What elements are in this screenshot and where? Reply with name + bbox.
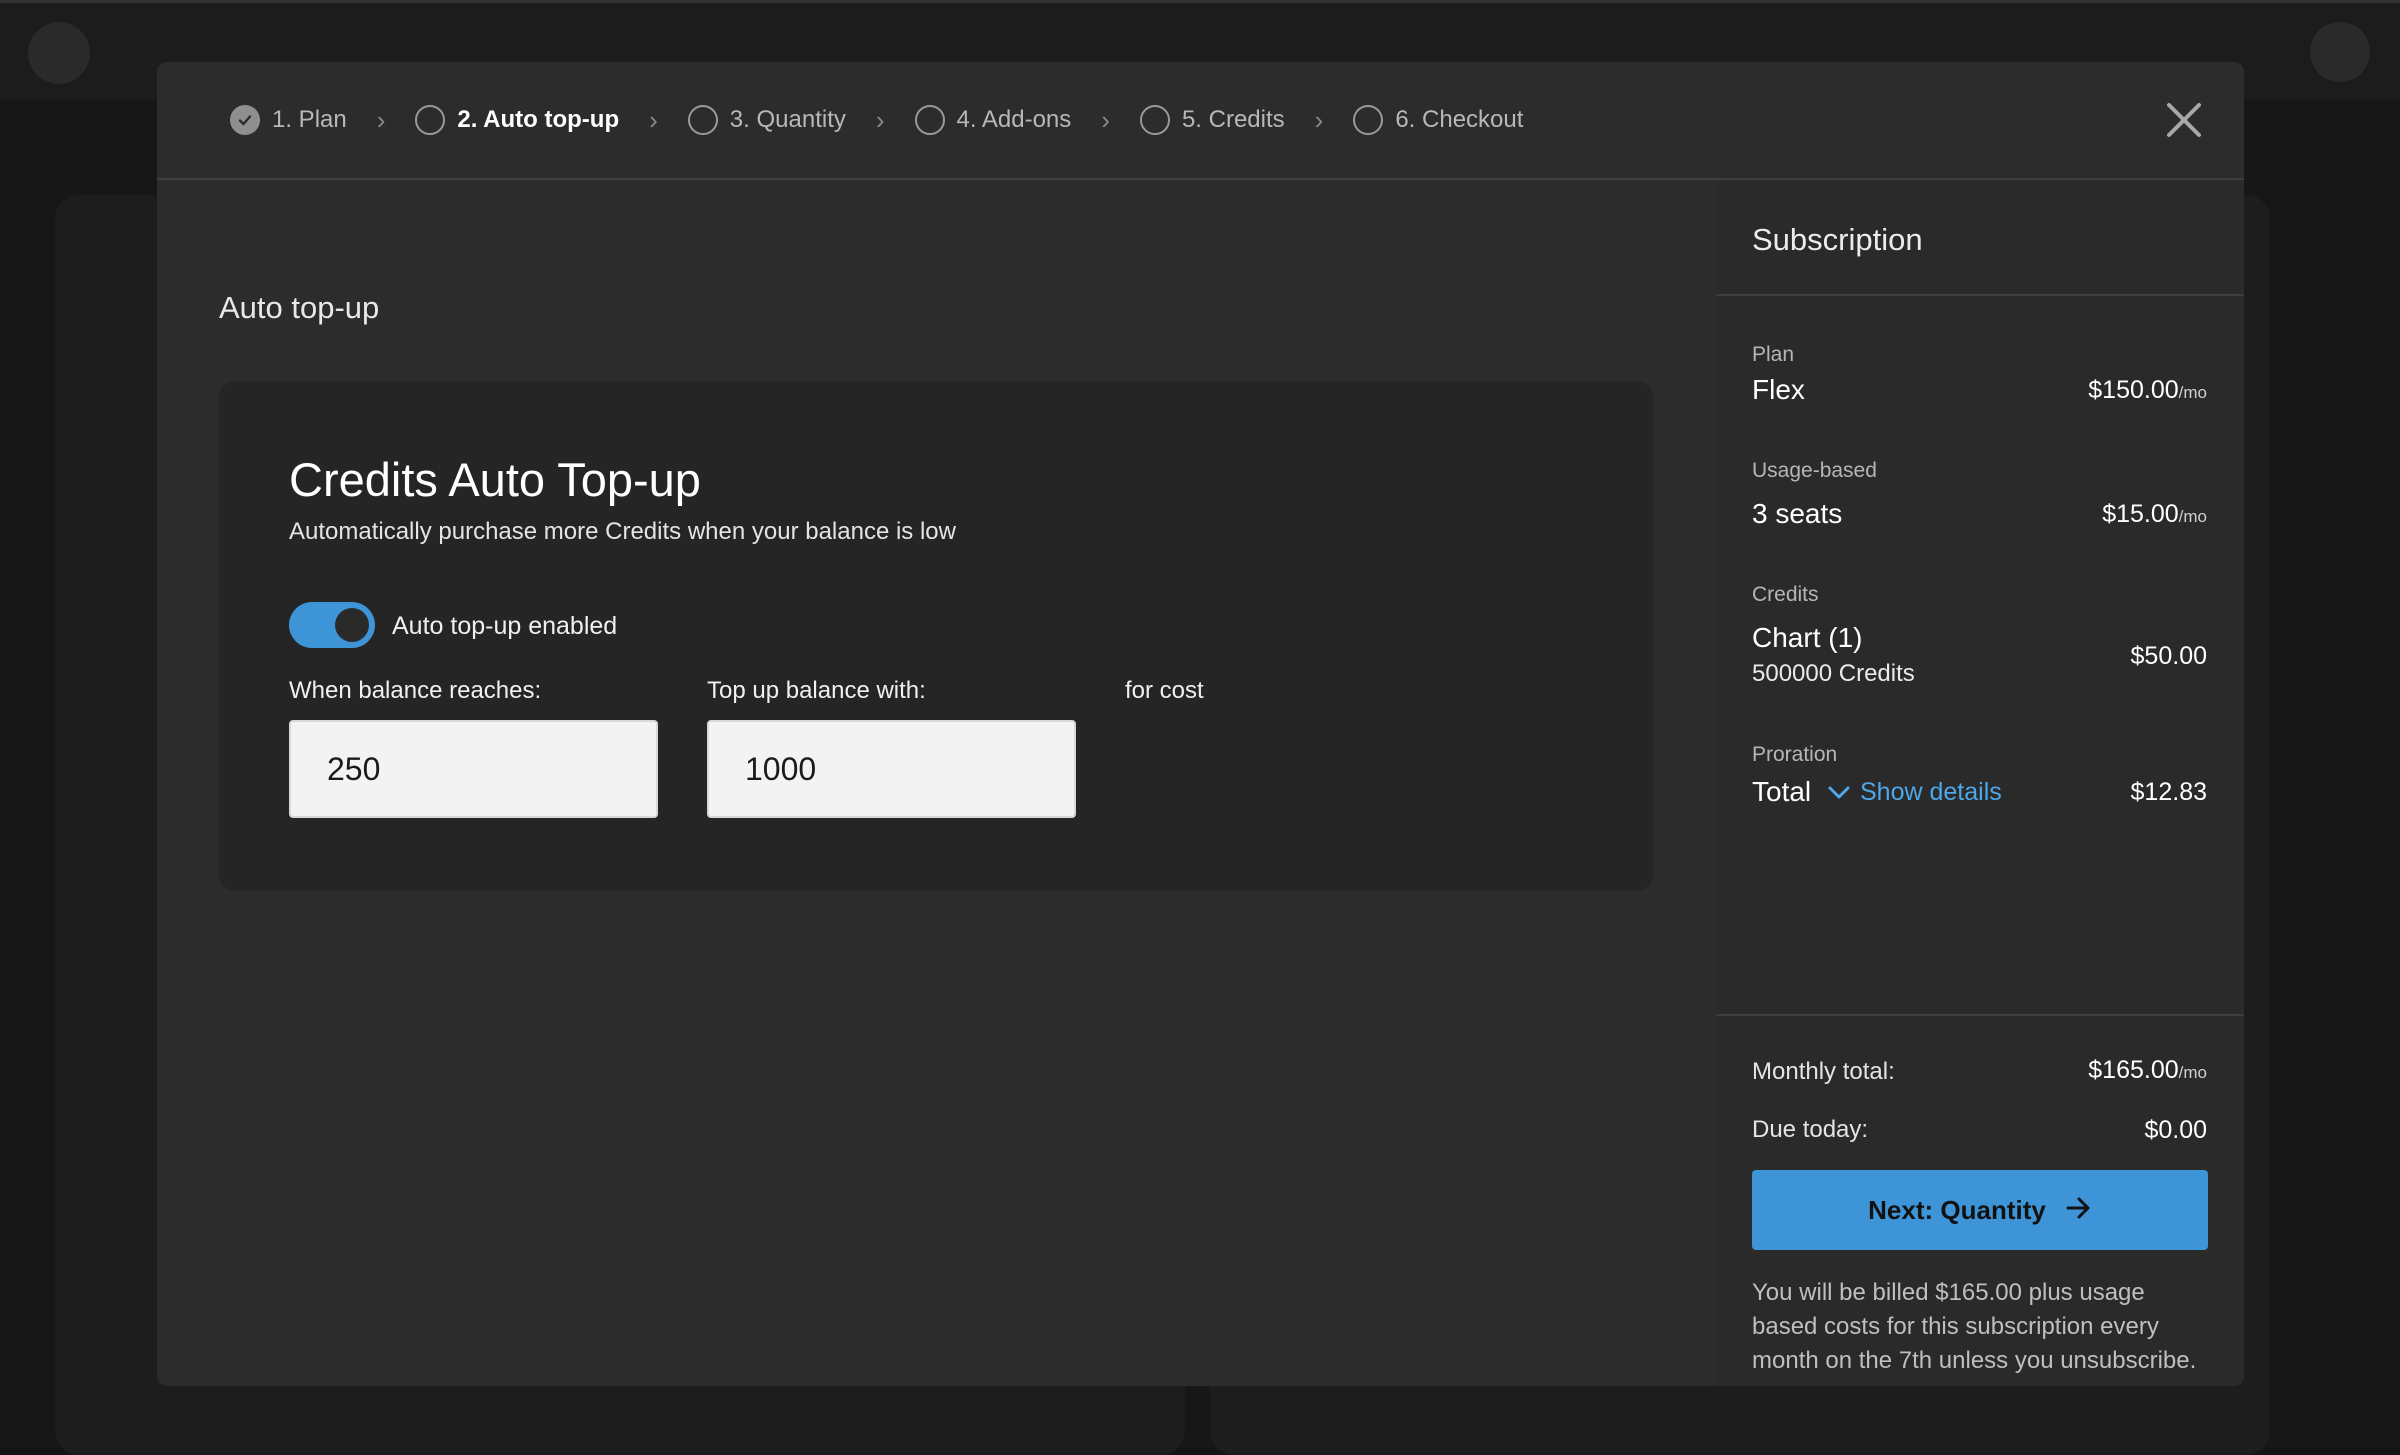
- due-today-label: Due today:: [1752, 1116, 1869, 1143]
- step-add-ons[interactable]: 4. Add-ons: [914, 105, 1072, 135]
- step-plan[interactable]: 1. Plan: [230, 105, 347, 135]
- credits-name: Chart (1): [1752, 622, 1863, 653]
- chevron-right-icon: ›: [649, 104, 658, 135]
- balance-threshold-input[interactable]: [289, 720, 658, 818]
- step-checkout[interactable]: 6. Checkout: [1353, 105, 1523, 135]
- main-content: Auto top-up Credits Auto Top-up Automati…: [157, 182, 1715, 1386]
- step-circle-icon: [1139, 105, 1170, 135]
- proration-price: $12.83: [2130, 778, 2207, 806]
- arrow-right-icon: [2066, 1195, 2092, 1226]
- step-quantity[interactable]: 3. Quantity: [687, 105, 846, 135]
- divider: [1716, 1014, 2244, 1016]
- top-up-amount-input[interactable]: [707, 720, 1076, 818]
- step-label: 3. Quantity: [729, 106, 846, 133]
- top-up-amount-label: Top up balance with:: [707, 677, 926, 704]
- plan-name: Flex: [1752, 374, 1805, 405]
- monthly-total-label: Monthly total:: [1752, 1058, 1895, 1085]
- card-title: Credits Auto Top-up: [289, 453, 701, 506]
- usage-price: $15.00/mo: [2102, 500, 2207, 528]
- monthly-total-value: $165.00/mo: [2088, 1056, 2207, 1084]
- backdrop-logo: [28, 22, 90, 84]
- show-details-label: Show details: [1860, 778, 2002, 806]
- show-details-link[interactable]: Show details: [1828, 780, 2002, 805]
- step-label: 5. Credits: [1181, 106, 1285, 133]
- divider: [1716, 294, 2244, 296]
- toggle-label: Auto top-up enabled: [392, 612, 618, 640]
- step-circle-icon: [1353, 105, 1384, 135]
- chevron-down-icon: [1828, 780, 1850, 805]
- step-credits[interactable]: 5. Credits: [1139, 105, 1285, 135]
- step-circle-icon: [914, 105, 945, 135]
- subscription-summary: Subscription Plan Flex $150.00/mo Usage-…: [1715, 182, 2244, 1386]
- step-label: 1. Plan: [272, 106, 347, 133]
- chevron-right-icon: ›: [376, 104, 386, 135]
- proration-category: Proration: [1752, 743, 1838, 766]
- next-quantity-button[interactable]: Next: Quantity: [1752, 1170, 2208, 1250]
- step-label: 4. Add-ons: [956, 106, 1072, 133]
- chevron-right-icon: ›: [1101, 104, 1110, 135]
- card-subtitle: Automatically purchase more Credits when…: [289, 518, 956, 545]
- credits-price: $50.00: [2130, 642, 2207, 670]
- toggle-knob: [335, 608, 369, 642]
- proration-total: Total: [1752, 776, 1812, 807]
- summary-title: Subscription: [1752, 222, 1923, 257]
- billing-note: You will be billed $165.00 plus usage ba…: [1752, 1279, 2197, 1374]
- credits-amount: 500000 Credits: [1752, 660, 1915, 687]
- step-label: 2. Auto top-up: [457, 106, 620, 133]
- step-label: 6. Checkout: [1395, 106, 1524, 133]
- plan-category: Plan: [1752, 343, 1795, 366]
- usage-name: 3 seats: [1752, 498, 1843, 529]
- balance-threshold-label: When balance reaches:: [289, 677, 542, 704]
- subscription-modal: 1. Plan › 2. Auto top-up › 3. Quantity ›…: [157, 62, 2244, 1386]
- step-auto-top-up[interactable]: 2. Auto top-up: [415, 105, 619, 135]
- section-title: Auto top-up: [219, 290, 380, 325]
- usage-category: Usage-based: [1752, 459, 1877, 482]
- auto-top-up-toggle[interactable]: [289, 602, 375, 648]
- close-icon[interactable]: [2164, 100, 2204, 140]
- step-circle-icon: [415, 105, 446, 135]
- cost-label: for cost: [1125, 677, 1204, 704]
- check-icon: [230, 105, 260, 135]
- chevron-right-icon: ›: [875, 104, 885, 135]
- chevron-right-icon: ›: [1314, 104, 1324, 135]
- plan-price: $150.00/mo: [2088, 376, 2207, 404]
- due-today-value: $0.00: [2144, 1116, 2207, 1144]
- checkout-stepper: 1. Plan › 2. Auto top-up › 3. Quantity ›…: [157, 62, 2244, 180]
- step-circle-icon: [687, 105, 718, 135]
- next-button-label: Next: Quantity: [1868, 1194, 2046, 1225]
- backdrop-avatar: [2310, 22, 2370, 82]
- auto-top-up-card: Credits Auto Top-up Automatically purcha…: [219, 382, 1653, 890]
- credits-category: Credits: [1752, 583, 1819, 606]
